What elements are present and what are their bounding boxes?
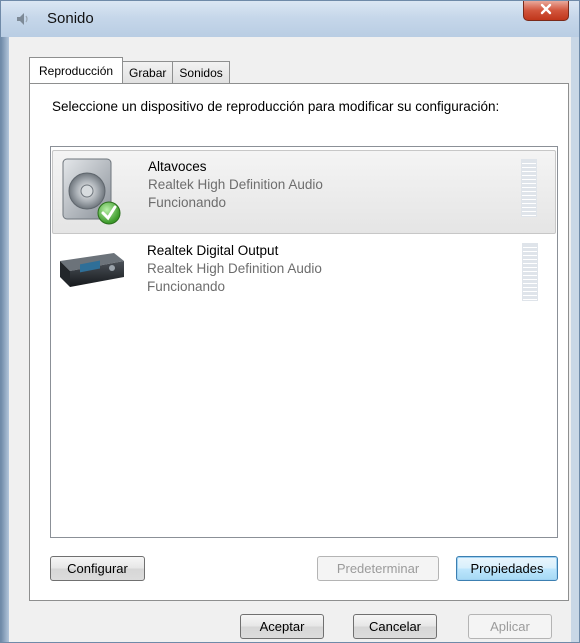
tab-grabar[interactable]: Grabar [122,61,174,83]
apply-button[interactable]: Aplicar [468,614,552,639]
speaker-icon [57,155,127,229]
speaker-icon [15,11,31,27]
window-frame [1,37,9,642]
instruction-text: Seleccione un dispositivo de reproducció… [52,99,500,114]
properties-button[interactable]: Propiedades [456,556,558,581]
button-label: Cancelar [368,619,422,634]
tab-reproduccion[interactable]: Reproducción [29,57,124,83]
window-title: Sonido [47,10,94,27]
ok-button[interactable]: Aceptar [240,614,324,639]
button-label: Aceptar [259,619,305,634]
device-driver: Realtek High Definition Audio [148,177,323,192]
button-label: Propiedades [470,561,544,576]
button-label: Aplicar [490,619,530,634]
device-list[interactable]: Altavoces Realtek High Definition Audio … [50,146,558,538]
tab-panel-reproduccion: Seleccione un dispositivo de reproducció… [29,83,569,601]
device-item-altavoces[interactable]: Altavoces Realtek High Definition Audio … [52,150,556,234]
set-default-button[interactable]: Predeterminar [317,556,439,581]
volume-meter [521,159,537,217]
button-label: Configurar [67,561,128,576]
digital-output-icon [56,239,126,313]
tab-strip: Reproducción Grabar Sonidos [29,57,230,83]
device-driver: Realtek High Definition Audio [147,261,322,276]
device-name: Realtek Digital Output [147,243,279,258]
sound-dialog: Sonido Reproducción Grabar Sonidos Selec… [0,0,580,643]
volume-meter [522,243,538,301]
button-label: Predeterminar [336,561,420,576]
configure-button[interactable]: Configurar [50,556,145,581]
device-status: Funcionando [148,195,227,210]
tab-label: Sonidos [179,65,223,80]
client-area: Reproducción Grabar Sonidos Seleccione u… [9,37,571,642]
device-name: Altavoces [148,159,207,174]
title-bar[interactable]: Sonido [1,1,579,37]
tab-label: Grabar [129,65,167,80]
cancel-button[interactable]: Cancelar [353,614,437,639]
device-status: Funcionando [147,279,226,294]
close-button[interactable] [523,1,569,21]
close-icon [539,3,553,18]
device-item-realtek-digital-output[interactable]: Realtek Digital Output Realtek High Defi… [52,235,556,319]
tab-label: Reproducción [39,63,114,78]
tab-sonidos[interactable]: Sonidos [172,61,230,83]
